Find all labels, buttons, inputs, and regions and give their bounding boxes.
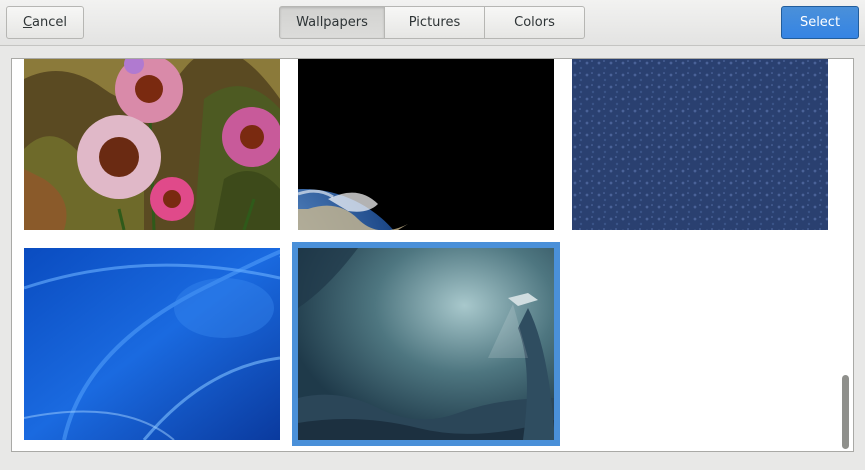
cancel-label-rest: ancel bbox=[32, 15, 68, 30]
earth-image bbox=[298, 59, 554, 230]
wallpaper-thumb-blue-texture[interactable] bbox=[572, 59, 828, 230]
wallpaper-thumb-blue-waves[interactable] bbox=[24, 248, 280, 440]
select-button[interactable]: Select bbox=[781, 6, 859, 39]
blue-texture-image bbox=[572, 59, 828, 230]
scrollbar-thumb[interactable] bbox=[842, 375, 849, 449]
source-tabs: Wallpapers Pictures Colors bbox=[279, 6, 585, 39]
vertical-scrollbar[interactable] bbox=[839, 59, 853, 451]
tab-pictures-label: Pictures bbox=[408, 15, 461, 30]
flowers-image bbox=[24, 59, 280, 230]
wallpaper-thumb-flowers[interactable] bbox=[24, 59, 280, 230]
tab-colors-label: Colors bbox=[514, 15, 555, 30]
tab-wallpapers[interactable]: Wallpapers bbox=[279, 6, 385, 39]
tab-pictures[interactable]: Pictures bbox=[385, 6, 485, 39]
tab-colors[interactable]: Colors bbox=[485, 6, 585, 39]
select-label: Select bbox=[799, 15, 841, 30]
wallpaper-grid bbox=[11, 58, 854, 452]
wallpaper-thumb-earth[interactable] bbox=[298, 59, 554, 230]
blue-waves-image bbox=[24, 248, 280, 440]
cancel-button[interactable]: Cancel bbox=[6, 6, 84, 39]
selection-highlight bbox=[292, 242, 560, 446]
tab-wallpapers-label: Wallpapers bbox=[296, 15, 368, 30]
header-bar: Cancel Wallpapers Pictures Colors Select bbox=[0, 0, 865, 46]
cancel-mnemonic: C bbox=[22, 15, 33, 30]
